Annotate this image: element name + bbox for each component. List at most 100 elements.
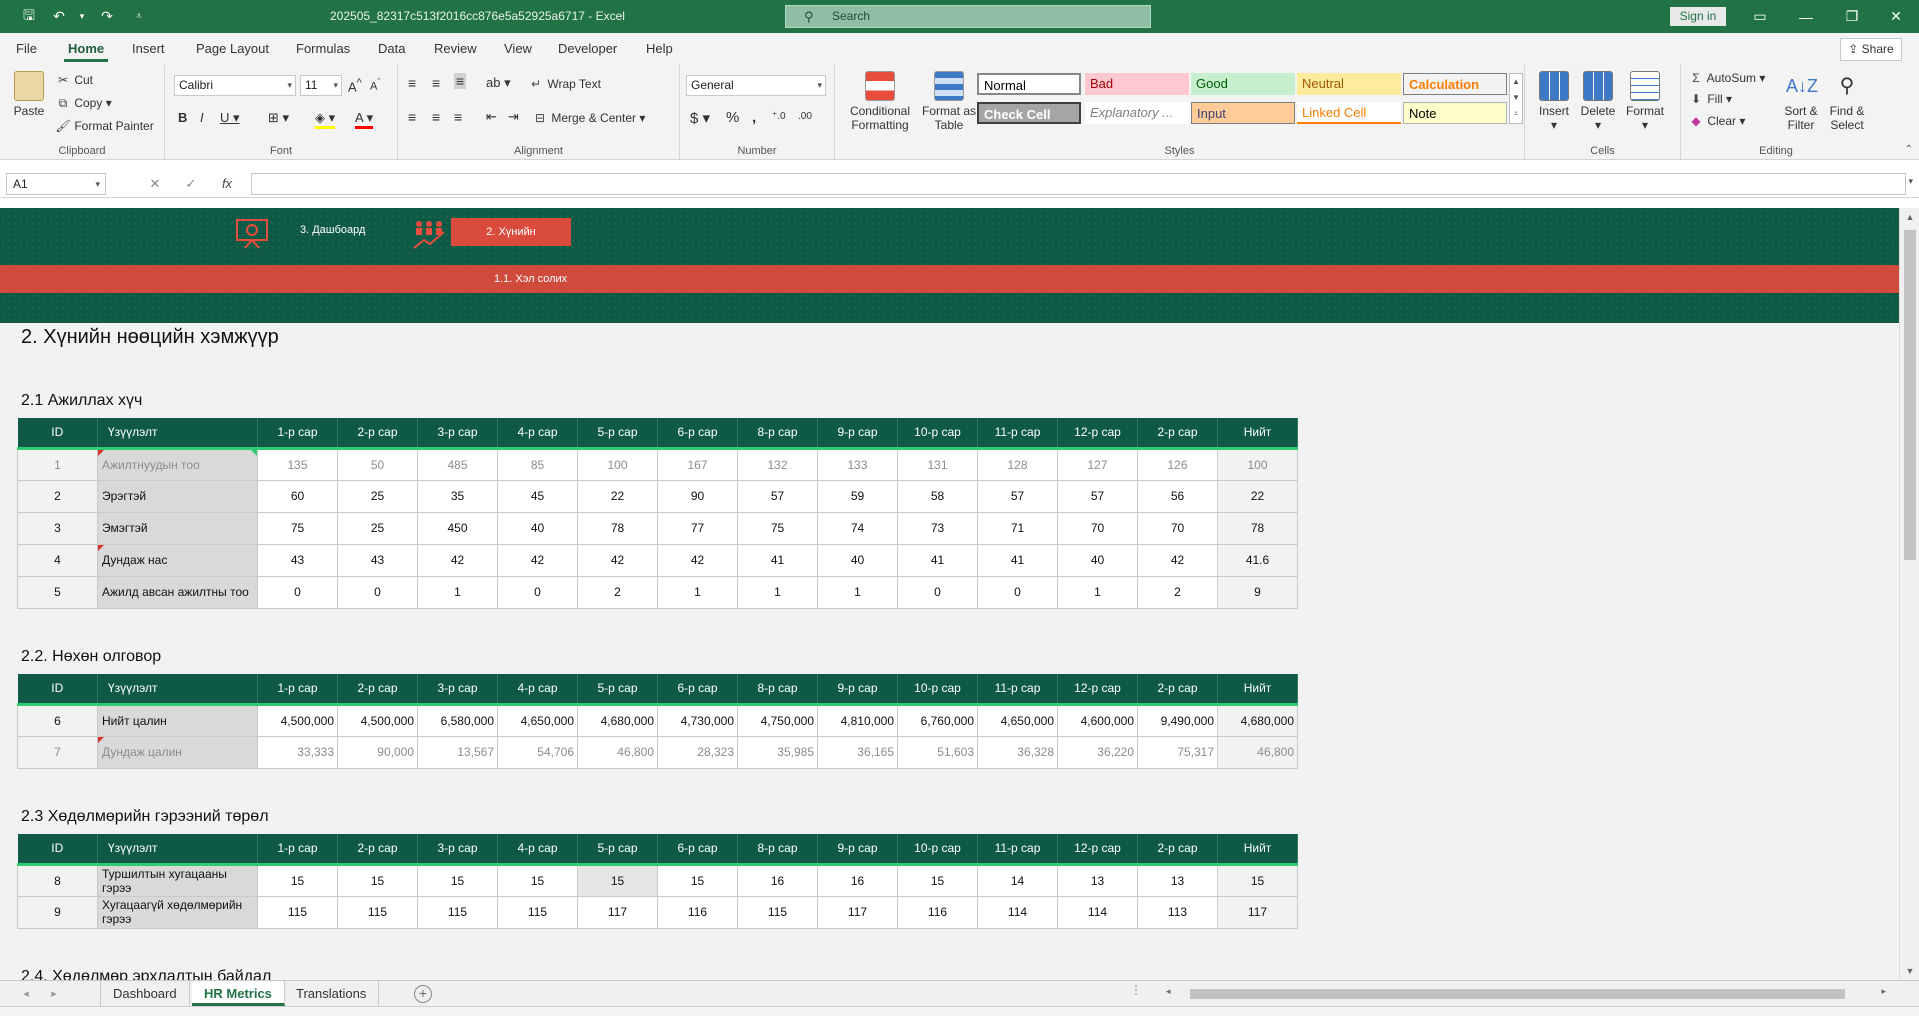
align-right-icon[interactable]: ≡ (454, 109, 462, 125)
value-cell[interactable]: 115 (737, 895, 818, 929)
horizontal-scrollbar[interactable]: ◂ ▸ (1160, 986, 1890, 1001)
bold-icon[interactable]: B (178, 110, 187, 125)
value-cell[interactable]: 4,600,000 (1057, 703, 1138, 737)
value-cell[interactable]: 75,317 (1137, 735, 1218, 769)
value-cell[interactable]: 13 (1057, 863, 1138, 897)
value-cell[interactable]: 43 (257, 543, 338, 577)
value-cell[interactable]: 15 (577, 863, 658, 897)
tab-developer[interactable]: Developer (554, 33, 621, 65)
value-cell[interactable]: 15 (657, 863, 738, 897)
cut-button[interactable]: ✂ Cut (55, 73, 93, 87)
style-normal[interactable]: Normal (977, 73, 1081, 95)
align-center-icon[interactable]: ≡ (432, 109, 440, 125)
style-neutral[interactable]: Neutral (1297, 73, 1401, 95)
metric-name-cell[interactable]: Хугацаагүй хөдөлмөрийн гэрээ (97, 895, 258, 929)
value-cell[interactable]: 114 (1057, 895, 1138, 929)
redo-icon[interactable]: ↷ (92, 0, 122, 33)
borders-icon[interactable]: ⊞ ▾ (268, 110, 289, 126)
row-id-cell[interactable]: 3 (17, 511, 98, 545)
value-cell[interactable]: 0 (497, 575, 578, 609)
total-cell[interactable]: 100 (1217, 447, 1298, 481)
paste-button[interactable]: Paste (10, 71, 48, 118)
value-cell[interactable]: 75 (737, 511, 818, 545)
currency-icon[interactable]: $ ▾ (690, 109, 710, 127)
tab-review[interactable]: Review (430, 33, 481, 65)
row-id-cell[interactable]: 6 (17, 703, 98, 737)
clear-button[interactable]: ◆ Clear ▾ (1688, 114, 1745, 128)
value-cell[interactable]: 25 (337, 479, 418, 513)
value-cell[interactable]: 116 (897, 895, 978, 929)
error-indicator-icon[interactable] (251, 449, 257, 456)
value-cell[interactable]: 13 (1137, 863, 1218, 897)
font-name-select[interactable]: Calibri ▾ (174, 75, 296, 96)
row-id-cell[interactable]: 5 (17, 575, 98, 609)
value-cell[interactable]: 74 (817, 511, 898, 545)
scroll-up-icon[interactable]: ▲ (1900, 208, 1919, 226)
value-cell[interactable]: 90 (657, 479, 738, 513)
increase-indent-icon[interactable]: ⇥ (508, 109, 519, 125)
value-cell[interactable]: 57 (737, 479, 818, 513)
value-cell[interactable]: 114 (977, 895, 1058, 929)
grow-font-icon[interactable]: A^ (348, 77, 362, 94)
value-cell[interactable]: 45 (497, 479, 578, 513)
value-cell[interactable]: 115 (337, 895, 418, 929)
tab-formulas[interactable]: Formulas (292, 33, 354, 65)
close-icon[interactable]: ✕ (1873, 0, 1919, 33)
value-cell[interactable]: 60 (257, 479, 338, 513)
row-id-cell[interactable]: 7 (17, 735, 98, 769)
wrap-text-button[interactable]: ↵ Wrap Text (528, 77, 601, 91)
value-cell[interactable]: 0 (977, 575, 1058, 609)
value-cell[interactable]: 115 (257, 895, 338, 929)
vertical-scroll-thumb[interactable] (1904, 230, 1916, 560)
value-cell[interactable]: 70 (1057, 511, 1138, 545)
value-cell[interactable]: 4,500,000 (257, 703, 338, 737)
value-cell[interactable]: 133 (817, 447, 898, 481)
tab-help[interactable]: Help (642, 33, 677, 65)
metric-name-cell[interactable]: Ажилд авсан ажилтны тоо (97, 575, 258, 609)
minimize-icon[interactable]: — (1783, 0, 1829, 33)
value-cell[interactable]: 35,985 (737, 735, 818, 769)
nav-hr-button[interactable]: 2. Хүнийн (451, 218, 571, 246)
name-box[interactable]: A1 ▾ (6, 173, 106, 195)
sheet-tab-translations[interactable]: Translations (284, 981, 380, 1006)
sort-filter-button[interactable]: A↓Z Sort & Filter (1779, 71, 1823, 132)
tab-page-layout[interactable]: Page Layout (192, 33, 273, 65)
tab-split-handle[interactable]: ⋮ (1130, 983, 1142, 997)
styles-scroll[interactable]: ▲ ▼ ⩡ (1509, 73, 1523, 124)
conditional-formatting-button[interactable]: Conditional Formatting (845, 71, 915, 132)
delete-cells-button[interactable]: Delete ▾ (1577, 71, 1619, 132)
value-cell[interactable]: 450 (417, 511, 498, 545)
metric-name-cell[interactable]: Туршилтын хугацааны гэрээ (97, 863, 258, 897)
underline-icon[interactable]: U ▾ (220, 110, 240, 126)
enter-icon[interactable]: ✓ (179, 173, 203, 195)
sheet-tab-dashboard[interactable]: Dashboard (100, 981, 190, 1006)
scroll-left-icon[interactable]: ◂ (1166, 986, 1171, 997)
value-cell[interactable]: 485 (417, 447, 498, 481)
value-cell[interactable]: 42 (657, 543, 738, 577)
value-cell[interactable]: 115 (417, 895, 498, 929)
share-button[interactable]: ⇪ Share (1840, 38, 1902, 61)
metric-name-cell[interactable]: Эмэгтэй (97, 511, 258, 545)
value-cell[interactable]: 6,580,000 (417, 703, 498, 737)
value-cell[interactable]: 100 (577, 447, 658, 481)
value-cell[interactable]: 126 (1137, 447, 1218, 481)
value-cell[interactable]: 4,680,000 (577, 703, 658, 737)
scroll-down-icon[interactable]: ▼ (1900, 962, 1919, 980)
value-cell[interactable]: 46,800 (577, 735, 658, 769)
metric-name-cell[interactable]: Дундаж цалин (97, 735, 258, 769)
value-cell[interactable]: 117 (817, 895, 898, 929)
formula-input[interactable] (251, 173, 1906, 195)
value-cell[interactable]: 15 (417, 863, 498, 897)
value-cell[interactable]: 15 (497, 863, 578, 897)
autosum-button[interactable]: Σ AutoSum ▾ (1688, 71, 1765, 85)
horizontal-scroll-thumb[interactable] (1190, 989, 1845, 999)
value-cell[interactable]: 4,750,000 (737, 703, 818, 737)
value-cell[interactable]: 128 (977, 447, 1058, 481)
value-cell[interactable]: 41 (897, 543, 978, 577)
value-cell[interactable]: 6,760,000 (897, 703, 978, 737)
style-bad[interactable]: Bad (1085, 73, 1189, 95)
tab-insert[interactable]: Insert (128, 33, 169, 65)
value-cell[interactable]: 0 (337, 575, 418, 609)
value-cell[interactable]: 71 (977, 511, 1058, 545)
value-cell[interactable]: 85 (497, 447, 578, 481)
